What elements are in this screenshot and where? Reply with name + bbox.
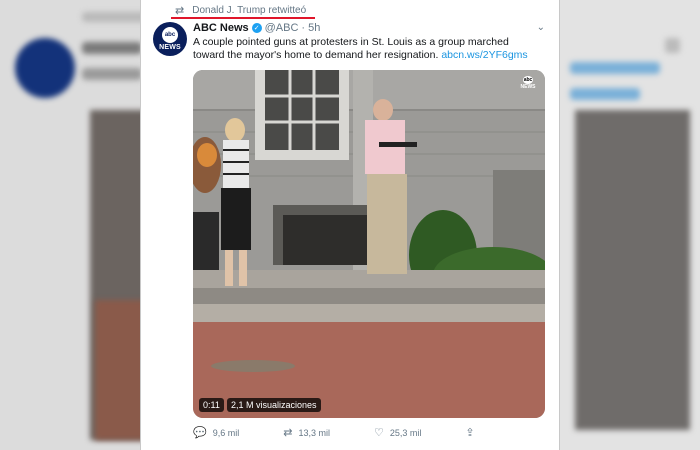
retweet-text[interactable]: Donald J. Trump retwitteó xyxy=(192,5,306,16)
author-name[interactable]: ABC News xyxy=(193,22,249,34)
video-duration: 0:11 xyxy=(199,398,224,412)
retweet-count: 13,3 mil xyxy=(298,427,330,438)
background-right xyxy=(560,0,700,450)
video-frame xyxy=(193,70,545,418)
blurred-video xyxy=(95,300,140,440)
separator: · xyxy=(301,22,306,34)
timestamp[interactable]: 5h xyxy=(308,22,320,34)
background-left xyxy=(0,0,140,450)
chevron-down-icon[interactable]: ⌄ xyxy=(537,22,545,33)
like-count: 25,3 mil xyxy=(389,427,422,438)
abc-watermark: abc NEWS xyxy=(520,76,536,90)
retweet-context[interactable]: ⇄ Donald J. Trump retwitteó xyxy=(175,2,306,18)
blurred-link xyxy=(570,62,660,74)
blurred-text xyxy=(82,68,140,80)
blurred-icon xyxy=(665,38,680,53)
reply-icon: 💬 xyxy=(193,427,207,439)
video-view-count: 2,1 M visualizaciones xyxy=(227,398,321,412)
author-handle[interactable]: @ABC xyxy=(265,22,299,34)
avatar-news-text: NEWS xyxy=(159,44,181,51)
tweet-text: A couple pointed guns at protesters in S… xyxy=(193,36,543,62)
blurred-video xyxy=(575,110,690,430)
share-button[interactable]: ⇪ xyxy=(465,426,480,439)
retweet-icon: ⇄ xyxy=(175,4,185,17)
reply-count: 9,6 mil xyxy=(212,427,240,438)
like-button[interactable]: ♡ 25,3 mil xyxy=(374,426,421,439)
share-icon: ⇪ xyxy=(465,427,475,439)
blurred-link xyxy=(570,88,640,100)
avatar[interactable]: abc NEWS xyxy=(153,22,187,56)
blurred-text xyxy=(82,12,140,22)
blurred-avatar xyxy=(15,38,75,98)
tweet-card[interactable]: ⇄ Donald J. Trump retwitteó abc NEWS ABC… xyxy=(141,0,559,450)
verified-icon: ✓ xyxy=(251,23,262,33)
abc-logo: abc xyxy=(162,27,178,43)
heart-icon: ♡ xyxy=(373,427,384,439)
highlight-underline xyxy=(171,17,315,19)
retweet-button[interactable]: ⇄ 13,3 mil xyxy=(283,426,330,439)
tweet-actions: 💬 9,6 mil ⇄ 13,3 mil ♡ 25,3 mil ⇪ xyxy=(193,426,493,439)
retweet-icon: ⇄ xyxy=(283,427,293,439)
reply-button[interactable]: 💬 9,6 mil xyxy=(193,426,239,439)
tweet-link[interactable]: abcn.ws/2YF6gms xyxy=(441,49,527,61)
blurred-text xyxy=(82,42,140,54)
video-player[interactable]: abc NEWS 0:11 2,1 M visualizaciones xyxy=(193,70,545,418)
tweet-header: ABC News ✓ @ABC · 5h xyxy=(193,22,320,34)
